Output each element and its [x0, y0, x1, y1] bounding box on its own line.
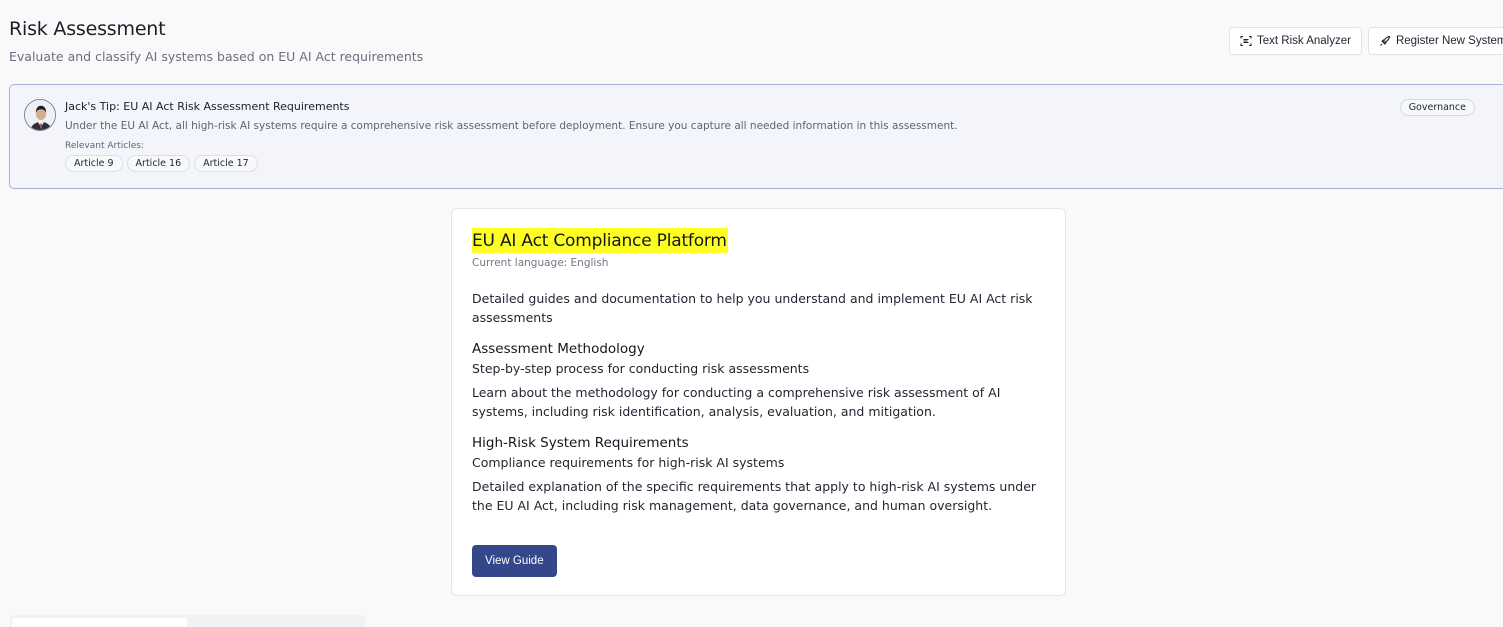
guide-content: EU AI Act Compliance Platform Current la… — [472, 228, 1047, 515]
section-subheading: Compliance requirements for high-risk AI… — [472, 455, 785, 470]
scan-text-icon — [1240, 35, 1252, 47]
current-language: Current language: English — [472, 257, 609, 269]
text-risk-analyzer-label: Text Risk Analyzer — [1257, 35, 1351, 47]
article-chip-16[interactable]: Article 16 — [126, 155, 191, 172]
page-title: Risk Assessment — [9, 18, 166, 40]
article-chips: Article 9 Article 16 Article 17 — [65, 155, 958, 172]
bottom-tab-bar — [10, 615, 366, 627]
guide-title: EU AI Act Compliance Platform — [472, 228, 728, 253]
rocket-icon — [1380, 35, 1391, 46]
guide-card: EU AI Act Compliance Platform Current la… — [451, 208, 1066, 596]
register-new-system-button[interactable]: Register New System — [1367, 27, 1503, 55]
page-subtitle: Evaluate and classify AI systems based o… — [9, 49, 424, 64]
view-guide-button[interactable]: View Guide — [472, 545, 557, 577]
section-description: Learn about the methodology for conducti… — [472, 385, 1001, 419]
register-new-system-label: Register New System — [1395, 35, 1503, 47]
guide-section-methodology: Assessment Methodology Step-by-step proc… — [472, 341, 1047, 421]
article-chip-9[interactable]: Article 9 — [65, 155, 123, 172]
avatar-portrait-icon — [25, 100, 55, 130]
tab-active[interactable] — [12, 618, 187, 627]
section-subheading: Step-by-step process for conducting risk… — [472, 361, 810, 376]
tip-card: Jack's Tip: EU AI Act Risk Assessment Re… — [9, 84, 1503, 189]
guide-section-high-risk: High-Risk System Requirements Compliance… — [472, 435, 1047, 515]
avatar — [24, 99, 56, 131]
relevant-articles-label: Relevant Articles: — [65, 141, 144, 151]
tip-body: Jack's Tip: EU AI Act Risk Assessment Re… — [65, 100, 958, 172]
page-header: Risk Assessment Evaluate and classify AI… — [9, 18, 423, 64]
article-chip-17[interactable]: Article 17 — [194, 155, 258, 172]
section-heading: Assessment Methodology — [472, 341, 645, 357]
header-actions: Text Risk Analyzer Register New System — [1229, 27, 1503, 55]
guide-intro: Detailed guides and documentation to hel… — [472, 291, 1033, 325]
text-risk-analyzer-button[interactable]: Text Risk Analyzer — [1229, 27, 1362, 55]
tip-title: Jack's Tip: EU AI Act Risk Assessment Re… — [65, 100, 350, 113]
governance-badge: Governance — [1399, 99, 1475, 116]
tip-text: Under the EU AI Act, all high-risk AI sy… — [65, 120, 958, 132]
section-description: Detailed explanation of the specific req… — [472, 479, 1037, 513]
section-heading: High-Risk System Requirements — [472, 435, 689, 451]
